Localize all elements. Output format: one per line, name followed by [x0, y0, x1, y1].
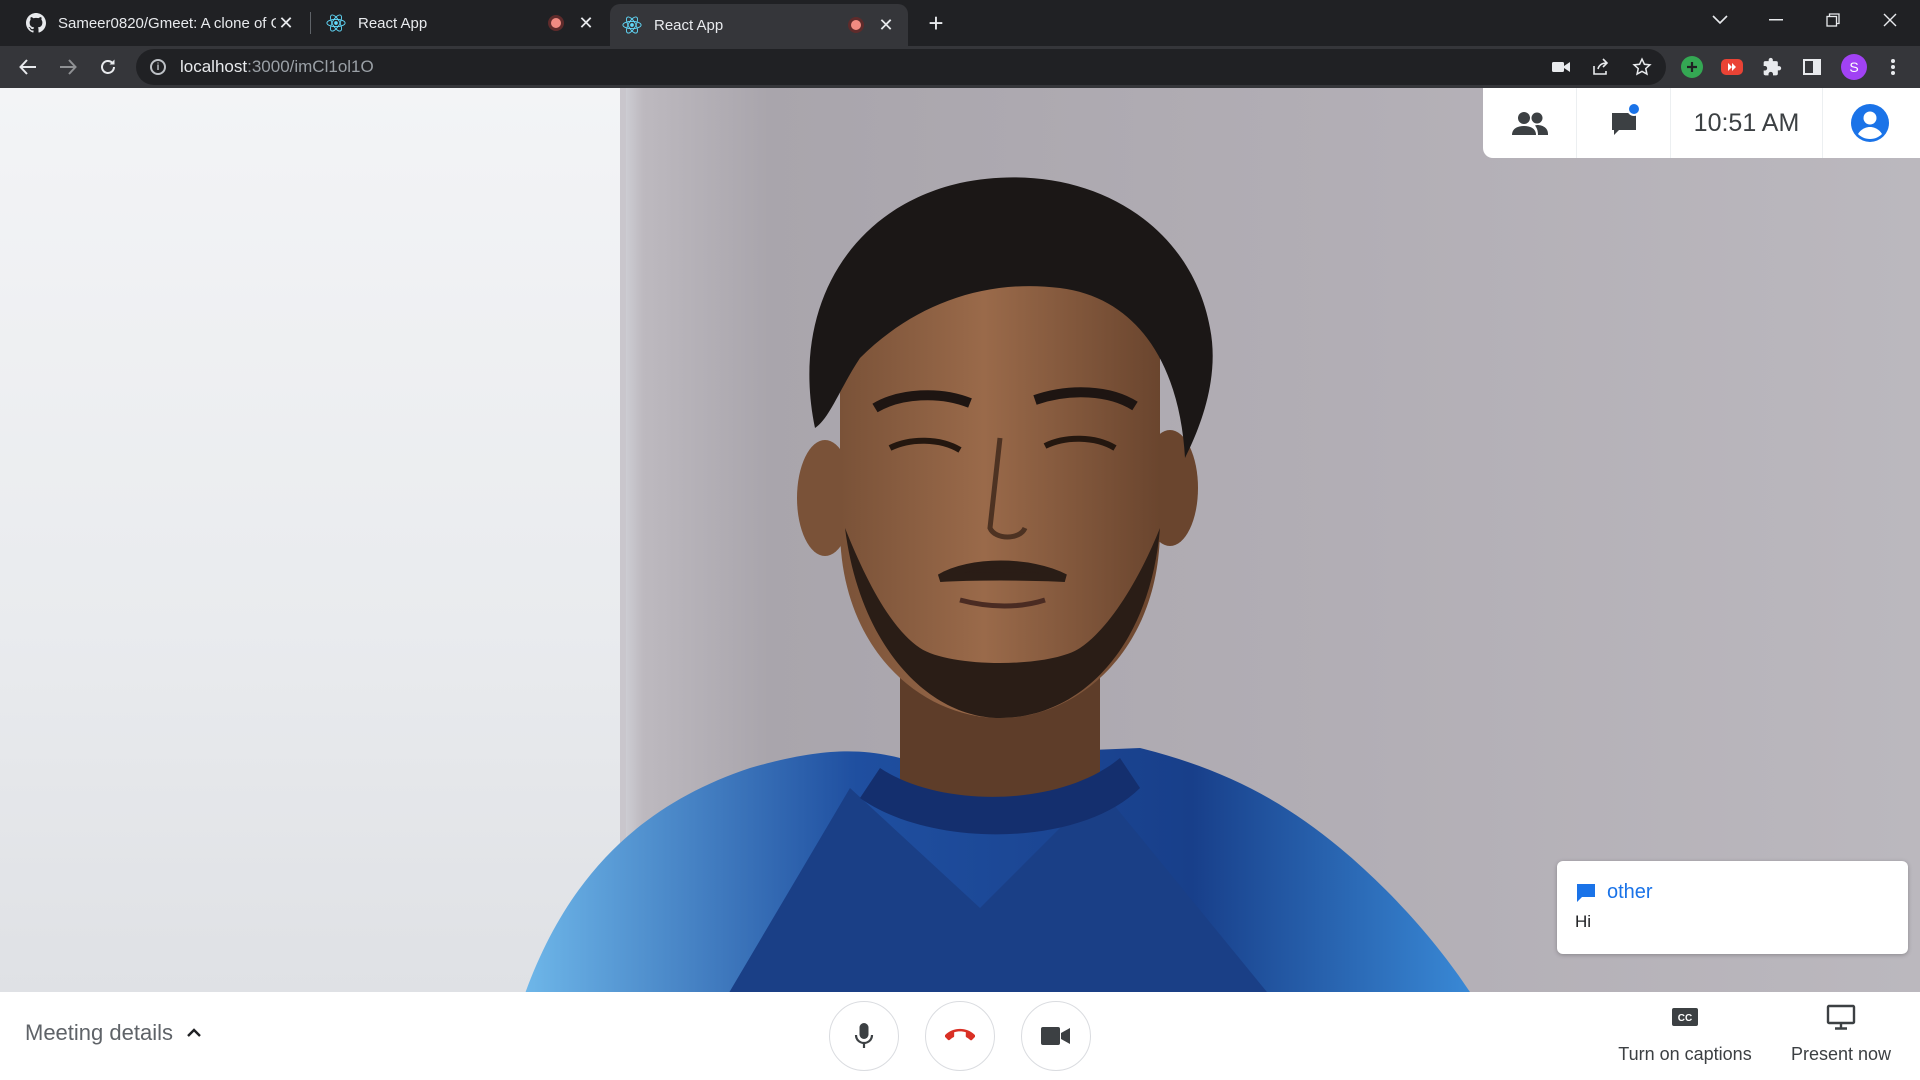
recording-indicator-icon — [848, 17, 864, 33]
url-host: localhost — [180, 57, 248, 76]
profile-avatar[interactable]: S — [1841, 54, 1867, 80]
participant-figure — [525, 177, 1470, 992]
chat-bubble-icon — [1577, 883, 1595, 902]
participant-video — [0, 88, 1920, 992]
forward-icon[interactable] — [52, 51, 84, 83]
svg-text:CC: CC — [1678, 1013, 1692, 1024]
tab-title: Sameer0820/Gmeet: A clone of G — [58, 14, 276, 32]
closed-captions-icon: CC — [1672, 1008, 1698, 1026]
phone-hangup-icon — [945, 1028, 975, 1041]
present-now-button[interactable]: Present now — [1780, 1002, 1902, 1065]
present-screen-icon — [1826, 1004, 1856, 1030]
close-tab-icon[interactable]: ✕ — [276, 13, 296, 33]
camera-in-use-icon[interactable] — [1549, 55, 1573, 79]
close-tab-icon[interactable]: ✕ — [576, 13, 596, 33]
react-icon — [622, 15, 642, 35]
tab-separator — [310, 12, 311, 34]
extension-green-icon[interactable] — [1681, 56, 1703, 78]
address-bar[interactable]: i localhost:3000/imCl1ol1O — [136, 49, 1666, 85]
side-panel-icon[interactable] — [1801, 56, 1823, 78]
meeting-page: 10:51 AM other Hi Meeting details CC Tur… — [0, 88, 1920, 1080]
browser-menu-icon[interactable] — [1882, 56, 1904, 78]
restore-icon[interactable] — [1805, 0, 1861, 40]
chat-notification[interactable]: other Hi — [1557, 861, 1908, 954]
meeting-details-button[interactable]: Meeting details — [25, 1020, 203, 1046]
back-icon[interactable] — [12, 51, 44, 83]
chat-button[interactable] — [1577, 88, 1671, 158]
reload-icon[interactable] — [92, 51, 124, 83]
present-now-label: Present now — [1790, 1044, 1892, 1064]
meeting-info-card: 10:51 AM — [1483, 88, 1920, 158]
notification-message: Hi — [1575, 912, 1592, 931]
browser-tab-strip: Sameer0820/Gmeet: A clone of G ✕ React A… — [0, 0, 1920, 46]
tab-github[interactable]: Sameer0820/Gmeet: A clone of G ✕ — [14, 4, 308, 42]
react-icon — [326, 13, 346, 33]
tab-search-chevron-icon[interactable] — [1692, 0, 1748, 40]
new-message-dot-icon — [1627, 102, 1641, 116]
url-path: :3000/imCl1ol1O — [247, 57, 374, 76]
chevron-up-icon — [187, 1028, 201, 1037]
extensions-puzzle-icon[interactable] — [1761, 56, 1783, 78]
url-text: localhost:3000/imCl1ol1O — [180, 57, 374, 77]
meeting-details-label: Meeting details — [25, 1020, 173, 1045]
camera-button[interactable] — [1021, 1001, 1091, 1071]
minimize-icon[interactable] — [1748, 0, 1804, 40]
microphone-button[interactable] — [829, 1001, 899, 1071]
notification-sender: other — [1607, 881, 1653, 903]
account-button[interactable] — [1823, 88, 1917, 158]
bookmark-star-icon[interactable] — [1630, 55, 1654, 79]
tab-react-app-1[interactable]: React App ✕ — [314, 4, 608, 42]
browser-toolbar: i localhost:3000/imCl1ol1O S — [0, 46, 1920, 88]
meeting-clock: 10:51 AM — [1671, 88, 1823, 158]
microphone-icon — [854, 1023, 874, 1048]
site-info-icon[interactable]: i — [150, 59, 166, 75]
github-icon — [26, 13, 46, 33]
share-icon[interactable] — [1589, 55, 1613, 79]
hang-up-button[interactable] — [925, 1001, 995, 1071]
captions-button[interactable]: CC Turn on captions — [1615, 1002, 1755, 1065]
tab-react-app-2[interactable]: React App ✕ — [610, 4, 908, 46]
meeting-controls-bar: Meeting details CC Turn on captions Pres… — [0, 992, 1920, 1080]
tab-title: React App — [654, 16, 724, 34]
close-window-icon[interactable] — [1862, 0, 1918, 40]
recording-indicator-icon — [548, 15, 564, 31]
people-icon — [1511, 112, 1548, 135]
tab-title: React App — [358, 14, 428, 32]
close-tab-icon[interactable]: ✕ — [876, 15, 896, 35]
video-camera-icon — [1041, 1027, 1070, 1045]
extension-red-icon[interactable] — [1721, 59, 1743, 75]
new-tab-button[interactable]: + — [922, 8, 950, 38]
account-circle-icon — [1851, 104, 1889, 142]
participants-button[interactable] — [1483, 88, 1577, 158]
captions-label: Turn on captions — [1618, 1044, 1752, 1064]
